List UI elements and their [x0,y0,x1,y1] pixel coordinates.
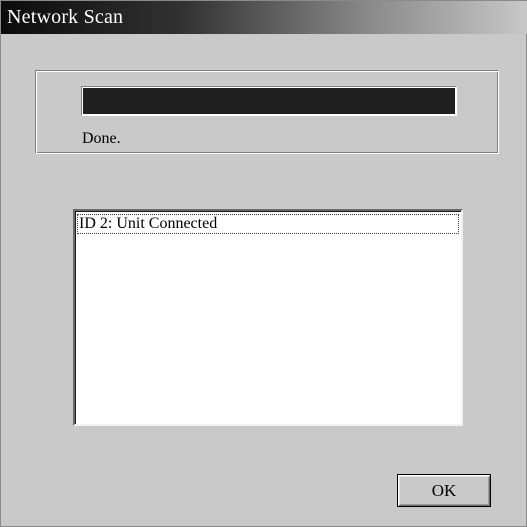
title-bar[interactable]: Network Scan [1,1,527,34]
scan-results-list[interactable]: ID 2: Unit Connected [73,209,463,426]
list-item[interactable]: ID 2: Unit Connected [77,214,459,234]
window-title: Network Scan [7,6,124,28]
network-scan-dialog: Network Scan Done. ID 2: Unit Connected … [0,0,527,527]
progress-fill [83,88,455,114]
progress-group-box: Done. [35,70,499,154]
scan-status-text: Done. [82,130,121,147]
scan-progress-bar [81,86,457,116]
ok-button[interactable]: OK [397,474,491,507]
